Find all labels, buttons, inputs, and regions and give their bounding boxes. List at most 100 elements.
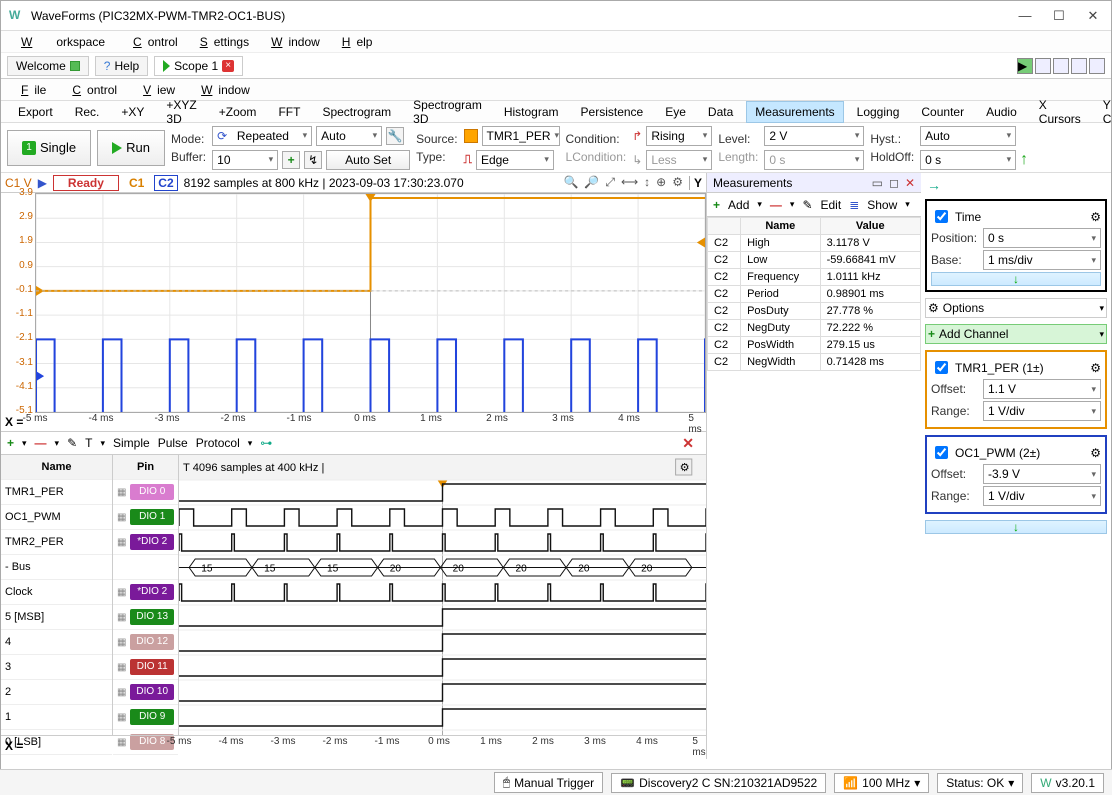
- m3-logging[interactable]: Logging: [848, 101, 909, 123]
- minimize-button[interactable]: —: [1015, 8, 1035, 24]
- ch1-gear-icon[interactable]: ⚙: [1090, 361, 1101, 375]
- single-button[interactable]: 1 Single: [7, 130, 91, 166]
- menu2-file[interactable]: File: [9, 81, 52, 99]
- fit-icon[interactable]: ⤢: [605, 175, 615, 190]
- dig-row-pin[interactable]: ▦*DIO 2: [113, 530, 178, 555]
- scope-plot[interactable]: [35, 193, 706, 413]
- holdoff-input[interactable]: 0 s▾: [920, 150, 1016, 170]
- hruler-icon[interactable]: ⟷: [621, 175, 638, 190]
- manual-trigger-button[interactable]: 🖱 Manual Trigger: [494, 772, 603, 793]
- vruler-icon[interactable]: ↕: [644, 175, 650, 190]
- time-gear-icon[interactable]: ⚙: [1090, 210, 1101, 224]
- zoom-in-icon[interactable]: 🔍: [563, 175, 578, 190]
- time-base-input[interactable]: 1 ms/div▾: [983, 250, 1101, 270]
- close-button[interactable]: ✕: [1083, 8, 1103, 24]
- m3-counter[interactable]: Counter: [912, 101, 973, 123]
- menu2-control[interactable]: Control: [60, 81, 123, 99]
- m3-xcursors[interactable]: X Cursors: [1030, 94, 1090, 130]
- m3-export[interactable]: Export: [9, 101, 62, 123]
- ch2-gear-icon[interactable]: ⚙: [1090, 446, 1101, 460]
- dig-link-icon[interactable]: ⊶: [260, 436, 272, 450]
- meas-close-icon[interactable]: ✕: [905, 176, 915, 190]
- m3-eye[interactable]: Eye: [656, 101, 695, 123]
- channels-expand-icon[interactable]: ↓: [925, 520, 1107, 534]
- run-button[interactable]: Run: [97, 130, 165, 166]
- meas-pop-icon[interactable]: ◻: [889, 176, 899, 190]
- menu-help[interactable]: Help: [330, 33, 379, 51]
- device-status[interactable]: 📟 Discovery2 C SN:210321AD9522: [611, 773, 826, 793]
- table-row[interactable]: C2PosWidth279.15 us: [708, 337, 921, 354]
- layout-icon-1[interactable]: [1035, 58, 1051, 74]
- cursor-icon[interactable]: ⊕: [656, 175, 666, 190]
- m3-data[interactable]: Data: [699, 101, 742, 123]
- dig-remove-icon[interactable]: —: [35, 436, 47, 450]
- dig-close-icon[interactable]: ✕: [682, 435, 694, 452]
- options-gear-icon[interactable]: ⚙: [928, 301, 939, 315]
- maximize-button[interactable]: ☐: [1049, 8, 1069, 24]
- holdoff-arrow-icon[interactable]: ↑: [1020, 151, 1028, 169]
- add-channel-icon[interactable]: +: [928, 327, 935, 341]
- m3-audio[interactable]: Audio: [977, 101, 1026, 123]
- add-channel-button[interactable]: Add Channel: [939, 327, 1095, 341]
- m3-xy[interactable]: +XY: [112, 101, 153, 123]
- dig-row-name[interactable]: - Bus: [1, 555, 112, 580]
- c1-chip[interactable]: C1: [125, 176, 148, 190]
- digital-plot[interactable]: T 4096 samples at 400 kHz |⚙151515202020…: [179, 455, 706, 735]
- dig-row-name[interactable]: Clock: [1, 580, 112, 605]
- dig-edit-icon[interactable]: ✎: [67, 436, 77, 450]
- dig-row-name[interactable]: TMR2_PER: [1, 530, 112, 555]
- table-row[interactable]: C2Frequency1.0111 kHz: [708, 269, 921, 286]
- ch1-range-input[interactable]: 1 V/div▾: [983, 401, 1101, 421]
- buffer-input[interactable]: 10▾: [212, 150, 278, 170]
- layout-icon-2[interactable]: [1053, 58, 1069, 74]
- meas-edit-icon[interactable]: ✎: [802, 198, 812, 212]
- m3-zoom[interactable]: +Zoom: [210, 101, 266, 123]
- meas-add[interactable]: Add: [728, 198, 749, 212]
- buffer-link-icon[interactable]: ↯: [304, 151, 322, 169]
- m3-persistence[interactable]: Persistence: [572, 101, 653, 123]
- dig-pulse[interactable]: Pulse: [158, 436, 188, 450]
- time-expand-icon[interactable]: ↓: [931, 272, 1101, 286]
- m3-measurements[interactable]: Measurements: [746, 101, 843, 123]
- global-run-icon[interactable]: ▶: [1017, 58, 1033, 74]
- table-row[interactable]: C2Low-59.66841 mV: [708, 252, 921, 269]
- layout-icon-4[interactable]: [1089, 58, 1105, 74]
- tab-scope[interactable]: Scope 1 ×: [154, 56, 243, 76]
- menu-settings[interactable]: Settings: [188, 33, 255, 51]
- m3-spectrogram3d[interactable]: Spectrogram 3D: [404, 94, 491, 130]
- m3-spectrogram[interactable]: Spectrogram: [313, 101, 400, 123]
- buffer-add-icon[interactable]: +: [282, 151, 300, 169]
- mode-select[interactable]: ⟳ Repeated▾: [212, 126, 312, 146]
- dig-row-pin[interactable]: ▦DIO 11: [113, 655, 178, 680]
- dig-simple[interactable]: Simple: [113, 436, 150, 450]
- zoom-out-icon[interactable]: 🔎: [584, 175, 599, 190]
- dig-protocol[interactable]: Protocol: [196, 436, 240, 450]
- target-icon[interactable]: 🔧: [386, 127, 404, 145]
- side-arrow-icon[interactable]: →: [925, 177, 1107, 193]
- condition-select[interactable]: Rising▾: [646, 126, 712, 146]
- menu-window[interactable]: Window: [259, 33, 326, 51]
- dig-row-pin[interactable]: ▦DIO 12: [113, 630, 178, 655]
- meas-edit[interactable]: Edit: [821, 198, 842, 212]
- meas-show[interactable]: Show: [867, 198, 897, 212]
- ch2-enable-checkbox[interactable]: [935, 446, 948, 459]
- source-select[interactable]: TMR1_PER▾: [482, 126, 560, 146]
- autoset-button[interactable]: Auto Set: [326, 150, 410, 170]
- ch2-offset-input[interactable]: -3.9 V▾: [983, 464, 1101, 484]
- status-ok[interactable]: Status: OK ▾: [937, 773, 1023, 793]
- dig-add-icon[interactable]: +: [7, 436, 14, 450]
- c2-chip[interactable]: C2: [154, 175, 177, 191]
- dig-row-pin[interactable]: ▦DIO 13: [113, 605, 178, 630]
- table-row[interactable]: C2High3.1178 V: [708, 235, 921, 252]
- dig-row-pin[interactable]: ▦DIO 9: [113, 705, 178, 730]
- dig-row-pin[interactable]: ▦DIO 0: [113, 480, 178, 505]
- meas-add-icon[interactable]: +: [713, 198, 720, 212]
- level-input[interactable]: 2 V▾: [764, 126, 864, 146]
- dig-t[interactable]: T: [85, 436, 92, 450]
- dig-row-name[interactable]: 4: [1, 630, 112, 655]
- tab-help[interactable]: ? Help: [95, 56, 148, 76]
- table-row[interactable]: C2NegDuty72.222 %: [708, 320, 921, 337]
- m3-ycursors[interactable]: Y Cursors: [1094, 94, 1112, 130]
- meas-show-icon[interactable]: ≣: [849, 198, 859, 212]
- dig-row-name[interactable]: TMR1_PER: [1, 480, 112, 505]
